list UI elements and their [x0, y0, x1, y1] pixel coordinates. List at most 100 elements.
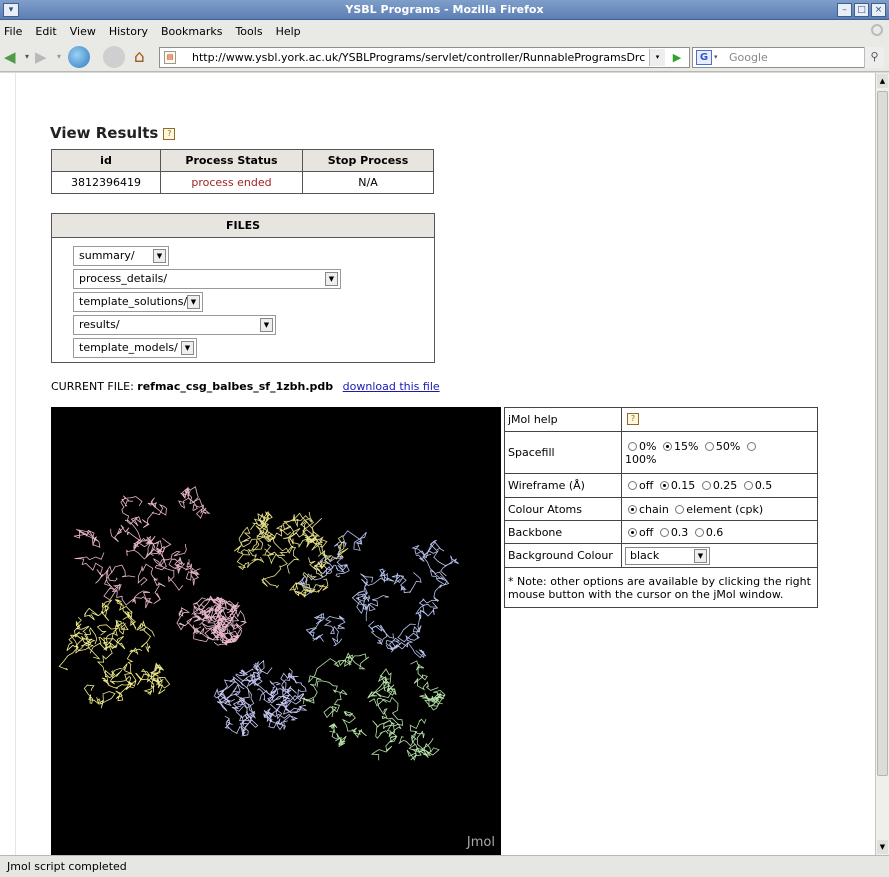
close-icon[interactable]: ×	[871, 3, 886, 17]
window-title: YSBL Programs - Mozilla Firefox	[345, 3, 544, 16]
page-title: View Results?	[50, 124, 176, 142]
col-header-stop: Stop Process	[302, 149, 434, 172]
scroll-up-icon[interactable]: ▲	[877, 74, 888, 88]
stop-icon[interactable]	[103, 46, 125, 68]
files-select-template-models[interactable]: template_models/ ▼	[73, 338, 197, 358]
search-placeholder[interactable]: Google	[729, 51, 768, 64]
select-value: template_models/	[79, 341, 178, 354]
table-row: 3812396419 process ended N/A	[51, 171, 434, 194]
colour-radio-element[interactable]	[675, 504, 685, 514]
back-dropdown-icon[interactable]: ▾	[25, 47, 29, 67]
select-value: template_solutions/	[79, 295, 188, 308]
forward-arrow-icon[interactable]: ▶	[35, 47, 47, 67]
backbone-radio-off[interactable]	[628, 527, 637, 537]
status-text: Jmol script completed	[7, 860, 127, 873]
scroll-thumb[interactable]	[877, 91, 888, 776]
radio-label: 100%	[625, 452, 657, 466]
minimize-icon[interactable]: –	[837, 3, 852, 17]
search-bar[interactable]: G ▾ Google ⚲	[692, 47, 884, 68]
col-header-id: id	[51, 149, 161, 172]
chevron-down-icon: ▼	[187, 295, 200, 309]
select-value: black	[630, 548, 660, 562]
radio-label: off	[639, 479, 654, 492]
search-engine-dropdown-icon[interactable]: ▾	[714, 48, 718, 67]
scroll-down-icon[interactable]: ▼	[877, 840, 888, 854]
spacefill-radio-100[interactable]	[746, 441, 756, 451]
menu-view[interactable]: View	[70, 25, 96, 38]
spacefill-label: Spacefill	[504, 431, 622, 474]
spacefill-options: 0% 15% 50% 100%	[621, 431, 818, 474]
menu-tools[interactable]: Tools	[235, 25, 262, 38]
radio-label: 0.15	[670, 479, 696, 492]
forward-dropdown-icon[interactable]: ▾	[57, 47, 61, 67]
radio-label: 0.6	[705, 525, 724, 539]
menu-file[interactable]: File	[4, 25, 22, 38]
menu-history[interactable]: History	[109, 25, 148, 38]
page-margin	[837, 73, 875, 855]
spacefill-radio-0[interactable]	[628, 441, 637, 451]
go-arrow-icon[interactable]: ▶	[668, 49, 686, 66]
current-file-line: CURRENT FILE: refmac_csg_balbes_sf_1zbh.…	[51, 380, 440, 393]
process-status: process ended	[160, 171, 303, 194]
col-header-status: Process Status	[160, 149, 303, 172]
chevron-down-icon: ▼	[260, 318, 273, 332]
colour-atoms-label: Colour Atoms	[504, 497, 622, 521]
backbone-options: off 0.3 0.6	[621, 520, 818, 544]
page-body: View Results? id Process Status Stop Pro…	[15, 73, 837, 855]
url-text[interactable]: http://www.ysbl.york.ac.uk/YSBLPrograms/…	[192, 51, 645, 64]
wireframe-radio-025[interactable]	[701, 481, 711, 490]
jmol-help-icon[interactable]: ?	[627, 413, 639, 425]
wireframe-radio-05[interactable]	[743, 481, 753, 490]
select-value: process_details/	[79, 272, 168, 285]
menu-edit[interactable]: Edit	[35, 25, 56, 38]
radio-label: chain	[639, 502, 669, 516]
chevron-down-icon: ▼	[153, 249, 166, 263]
current-file-name: refmac_csg_balbes_sf_1zbh.pdb	[137, 380, 334, 393]
wireframe-radio-015[interactable]	[659, 481, 669, 490]
browser-window: ▾ YSBL Programs - Mozilla Firefox – □ × …	[0, 0, 889, 877]
chevron-down-icon: ▼	[181, 341, 194, 355]
search-engine-icon[interactable]: G	[696, 50, 712, 65]
spacefill-radio-50[interactable]	[704, 441, 714, 451]
select-value: results/	[79, 318, 120, 331]
files-select-summary[interactable]: summary/ ▼	[73, 246, 169, 266]
wireframe-radio-off[interactable]	[628, 481, 637, 490]
files-panel: FILES summary/ ▼ process_details/ ▼ temp…	[51, 213, 435, 363]
spacefill-radio-15[interactable]	[662, 441, 672, 451]
help-icon[interactable]: ?	[163, 128, 176, 140]
home-icon[interactable]: ⌂	[134, 47, 145, 67]
files-select-process-details[interactable]: process_details/ ▼	[73, 269, 341, 289]
backbone-radio-03[interactable]	[659, 527, 669, 537]
menu-bookmarks[interactable]: Bookmarks	[161, 25, 222, 38]
current-file-label: CURRENT FILE:	[51, 380, 134, 393]
background-colour-select[interactable]: black ▼	[625, 546, 710, 565]
colour-radio-chain[interactable]	[628, 504, 637, 514]
colour-atoms-options: chain element (cpk)	[621, 497, 818, 521]
files-select-results[interactable]: results/ ▼	[73, 315, 276, 335]
wireframe-label: Wireframe (Å)	[504, 473, 622, 498]
status-bar: Jmol script completed	[0, 855, 889, 877]
maximize-icon[interactable]: □	[854, 3, 869, 17]
download-file-link[interactable]: download this file	[343, 380, 440, 393]
jmol-viewer[interactable]: Jmol	[51, 407, 501, 855]
stop-process: N/A	[302, 171, 434, 194]
url-history-dropdown-icon[interactable]: ▾	[649, 49, 665, 66]
page-viewport: View Results? id Process Status Stop Pro…	[0, 73, 875, 855]
back-arrow-icon[interactable]: ◀	[4, 47, 16, 67]
url-bar[interactable]: ▤ http://www.ysbl.york.ac.uk/YSBLProgram…	[159, 47, 690, 68]
search-icon[interactable]: ⚲	[864, 47, 884, 68]
backbone-radio-06[interactable]	[694, 527, 704, 537]
reload-icon[interactable]	[68, 46, 90, 68]
files-select-template-solutions[interactable]: template_solutions/ ▼	[73, 292, 203, 312]
radio-label: 0.3	[670, 525, 689, 539]
radio-label: 0.5	[754, 479, 773, 492]
select-value: summary/	[79, 249, 135, 262]
jmol-label: Jmol	[466, 835, 495, 850]
vertical-scrollbar[interactable]: ▲ ▼	[875, 73, 889, 855]
title-bar: ▾ YSBL Programs - Mozilla Firefox – □ ×	[0, 0, 889, 20]
process-table: id Process Status Stop Process 381239641…	[51, 149, 434, 194]
jmol-note: * Note: other options are available by c…	[504, 567, 818, 608]
site-favicon-icon: ▤	[164, 51, 176, 64]
navigation-toolbar: ◀ ▾ ▶ ▾ ⌂ ▤ http://www.ysbl.york.ac.uk/Y…	[0, 42, 889, 72]
menu-help[interactable]: Help	[276, 25, 301, 38]
